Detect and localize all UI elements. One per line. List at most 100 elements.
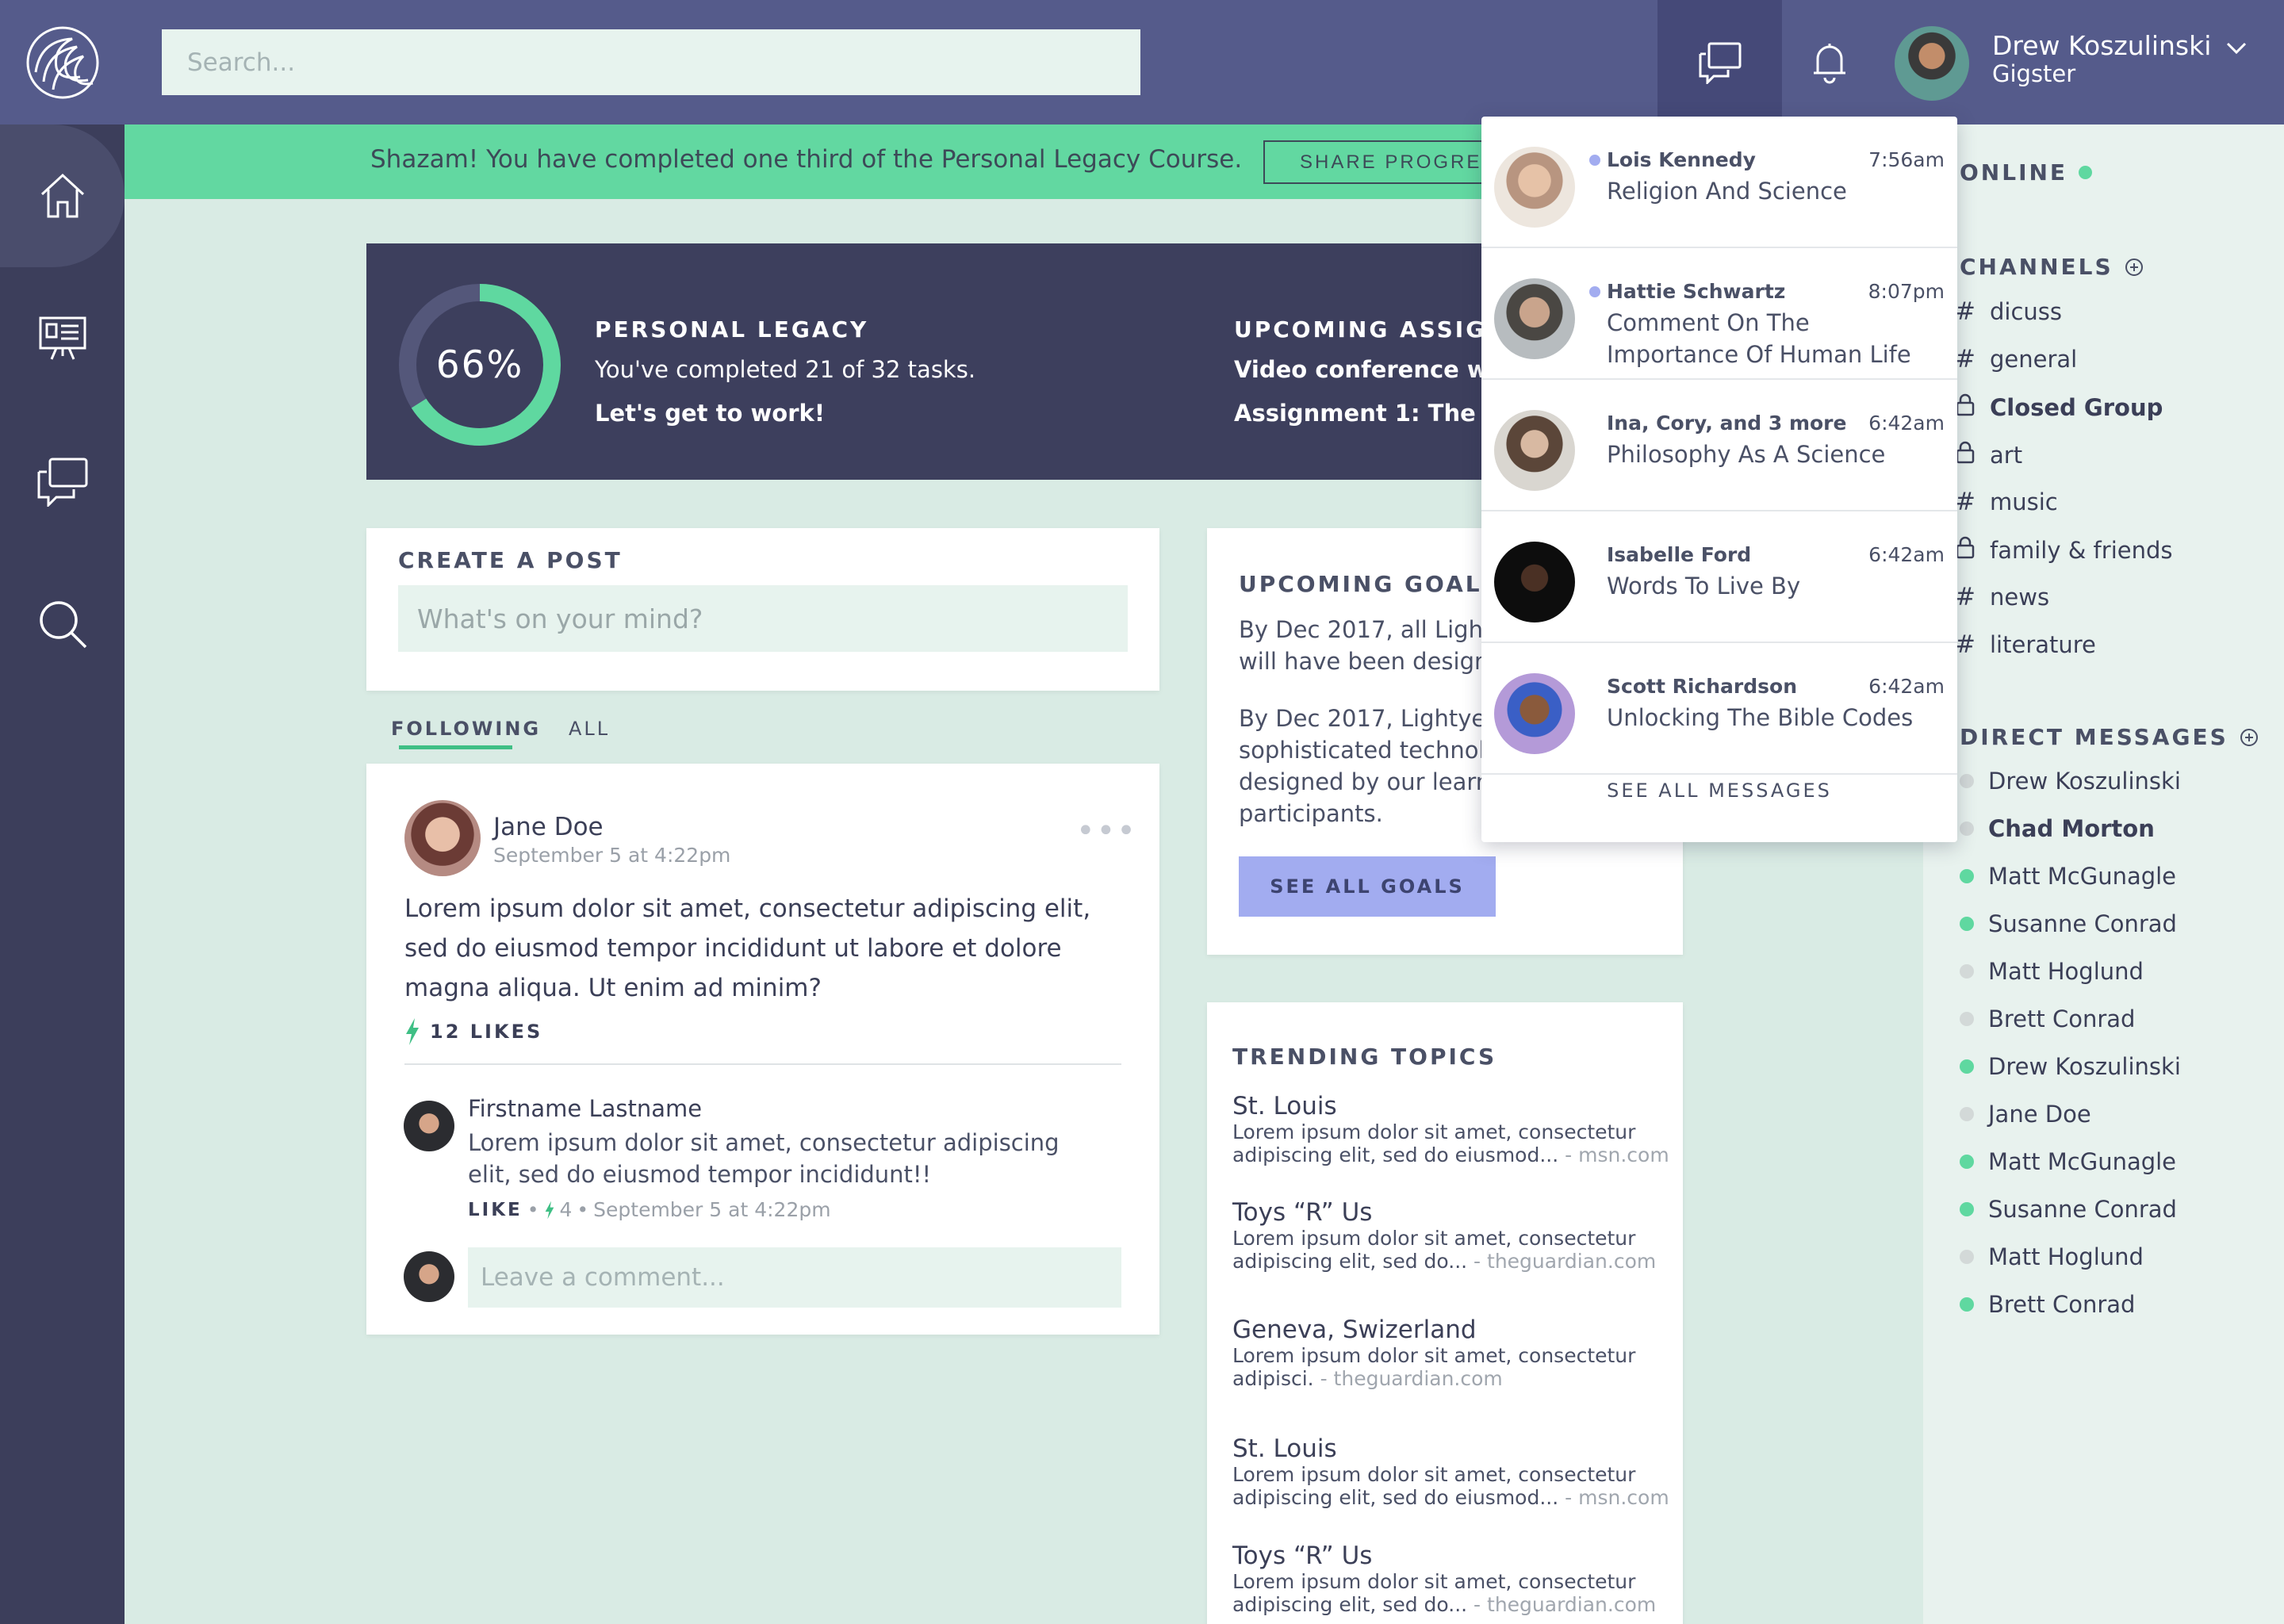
- online-status-dot: [1960, 1155, 1974, 1169]
- messages-dropdown: Lois Kennedy 7:56am Religion And Science Ha…: [1481, 117, 1957, 842]
- message-time: 6:42am: [1868, 543, 1945, 566]
- dm-name: Chad Morton: [1988, 815, 2155, 842]
- dm-item[interactable]: Brett Conrad: [1960, 1005, 2135, 1032]
- channel-item[interactable]: family & friends: [1955, 535, 2173, 565]
- comment-date: September 5 at 4:22pm: [593, 1198, 831, 1221]
- message-sender: Hattie Schwartz: [1589, 280, 1785, 303]
- progress-percent: 66%: [435, 343, 524, 387]
- dm-item[interactable]: Matt McGunagle: [1960, 863, 2176, 890]
- nav-home[interactable]: [0, 124, 125, 267]
- message-time: 8:07pm: [1868, 280, 1945, 303]
- topic-title: Toys “R” Us: [1232, 1198, 1373, 1227]
- channel-item[interactable]: art: [1955, 440, 2022, 469]
- message-subject: Unlocking The Bible Codes: [1607, 704, 1914, 731]
- channel-item[interactable]: # news: [1955, 583, 2049, 611]
- nav-courses[interactable]: [0, 267, 125, 410]
- lock-icon: [1955, 535, 1976, 565]
- message-item[interactable]: Hattie Schwartz 8:07pm Comment On The Impo…: [1481, 248, 1957, 380]
- topic-desc: Lorem ipsum dolor sit amet, consectetur …: [1232, 1344, 1677, 1390]
- online-status-dot: [1960, 1202, 1974, 1216]
- avatar[interactable]: [404, 800, 481, 876]
- comment-input[interactable]: [468, 1247, 1121, 1308]
- message-item[interactable]: Lois Kennedy 7:56am Religion And Science: [1481, 117, 1957, 248]
- dm-item[interactable]: Brett Conrad: [1960, 1291, 2135, 1318]
- trending-topics-card: TRENDING TOPICS St. Louis Lorem ipsum do…: [1207, 1002, 1683, 1624]
- user-avatar[interactable]: [1895, 26, 1969, 101]
- channel-item[interactable]: # dicuss: [1955, 297, 2062, 326]
- like-comment-button[interactable]: LIKE: [468, 1200, 523, 1220]
- nav-search[interactable]: [0, 553, 125, 695]
- hash-icon: #: [1955, 583, 1976, 611]
- chevron-down-icon[interactable]: [2225, 36, 2248, 59]
- trending-topic[interactable]: St. Louis Lorem ipsum dolor sit amet, co…: [1232, 1434, 1677, 1509]
- trending-topic[interactable]: St. Louis Lorem ipsum dolor sit amet, co…: [1232, 1092, 1677, 1166]
- dm-item[interactable]: Matt Hoglund: [1960, 958, 2144, 985]
- dm-item[interactable]: Matt Hoglund: [1960, 1243, 2144, 1270]
- lock-icon: [1955, 393, 1976, 422]
- comment-author[interactable]: Firstname Lastname: [468, 1095, 702, 1122]
- hash-icon: #: [1955, 345, 1976, 373]
- add-channel-icon[interactable]: [2125, 258, 2144, 277]
- course-status: You've completed 21 of 32 tasks.: [595, 356, 976, 383]
- right-panel: ONLINE CHANNELS # dicuss # general Closed Gr…: [1923, 124, 2284, 1624]
- dm-item[interactable]: Drew Koszulinski: [1960, 1053, 2181, 1080]
- notifications-button[interactable]: [1782, 0, 1877, 124]
- channel-item[interactable]: # general: [1955, 345, 2077, 373]
- channel-name: literature: [1990, 631, 2096, 658]
- dm-item[interactable]: Susanne Conrad: [1960, 910, 2177, 937]
- topic-desc: Lorem ipsum dolor sit amet, consectetur …: [1232, 1227, 1677, 1273]
- nav-chat[interactable]: [0, 410, 125, 553]
- post-author[interactable]: Jane Doe: [493, 813, 604, 841]
- message-item[interactable]: Scott Richardson 6:42am Unlocking The Bibl…: [1481, 643, 1957, 775]
- post-input[interactable]: [398, 585, 1128, 652]
- dm-item[interactable]: Jane Doe: [1960, 1101, 2091, 1128]
- trending-topic[interactable]: Geneva, Swizerland Lorem ipsum dolor sit…: [1232, 1316, 1677, 1390]
- trending-topic[interactable]: Toys “R” Us Lorem ipsum dolor sit amet, …: [1232, 1198, 1677, 1273]
- trending-topic[interactable]: Toys “R” Us Lorem ipsum dolor sit amet, …: [1232, 1542, 1677, 1616]
- messages-button[interactable]: [1657, 0, 1782, 124]
- sender-name: Scott Richardson: [1607, 675, 1797, 698]
- hash-icon: #: [1955, 630, 1976, 659]
- channels-label: CHANNELS: [1960, 254, 2113, 280]
- dm-item[interactable]: Susanne Conrad: [1960, 1196, 2177, 1223]
- likes-count[interactable]: 12 LIKES: [404, 1017, 542, 1046]
- course-cta[interactable]: Let's get to work!: [595, 400, 825, 427]
- message-time: 7:56am: [1868, 148, 1945, 171]
- user-name[interactable]: Drew Koszulinski: [1992, 30, 2211, 61]
- channel-item[interactable]: # literature: [1955, 630, 2096, 659]
- message-item[interactable]: Ina, Cory, and 3 more 6:42am Philosophy As…: [1481, 380, 1957, 511]
- topic-title: Toys “R” Us: [1232, 1542, 1373, 1570]
- more-options-icon[interactable]: •••: [1076, 813, 1137, 849]
- channel-name: general: [1990, 346, 2078, 373]
- online-status-dot: [1960, 1059, 1974, 1074]
- topic-title: Geneva, Swizerland: [1232, 1316, 1477, 1344]
- see-all-goals-button[interactable]: SEE ALL GOALS: [1239, 856, 1496, 917]
- avatar: [1494, 542, 1575, 622]
- upcoming-assignment-item[interactable]: Assignment 1: The Po: [1234, 400, 1493, 427]
- comment-like-count: 4: [559, 1198, 573, 1221]
- avatar[interactable]: [404, 1101, 454, 1151]
- feed-post: Jane Doe September 5 at 4:22pm ••• Lorem…: [366, 764, 1159, 1335]
- dm-item[interactable]: Drew Koszulinski: [1960, 768, 2181, 795]
- upcoming-assignment-item[interactable]: Video conference with: [1234, 356, 1493, 383]
- app-logo[interactable]: [0, 0, 125, 124]
- add-message-icon[interactable]: [2240, 728, 2259, 747]
- channel-name: dicuss: [1990, 298, 2063, 325]
- channel-item[interactable]: Closed Group: [1955, 393, 2163, 422]
- dm-item[interactable]: Matt McGunagle: [1960, 1148, 2176, 1175]
- topic-desc: Lorem ipsum dolor sit amet, consectetur …: [1232, 1120, 1677, 1166]
- message-item[interactable]: Isabelle Ford 6:42am Words To Live By: [1481, 511, 1957, 643]
- upcoming-assignments-title: UPCOMING ASSIGNMENTS: [1234, 316, 1493, 343]
- dm-name: Matt McGunagle: [1988, 863, 2177, 890]
- lock-icon: [1955, 440, 1976, 469]
- topic-source: - theguardian.com: [1473, 1593, 1657, 1616]
- online-status-dot: [1960, 1297, 1974, 1312]
- see-all-messages-link[interactable]: SEE ALL MESSAGES: [1481, 779, 1957, 802]
- home-icon: [40, 173, 84, 218]
- tab-following[interactable]: FOLLOWING: [391, 718, 541, 740]
- share-progress-button[interactable]: SHARE PROGRESS: [1263, 140, 1501, 184]
- tab-all[interactable]: ALL: [569, 718, 610, 740]
- search-input[interactable]: [162, 29, 1140, 95]
- channel-item[interactable]: # music: [1955, 488, 2058, 516]
- dm-item[interactable]: Chad Morton: [1960, 815, 2155, 842]
